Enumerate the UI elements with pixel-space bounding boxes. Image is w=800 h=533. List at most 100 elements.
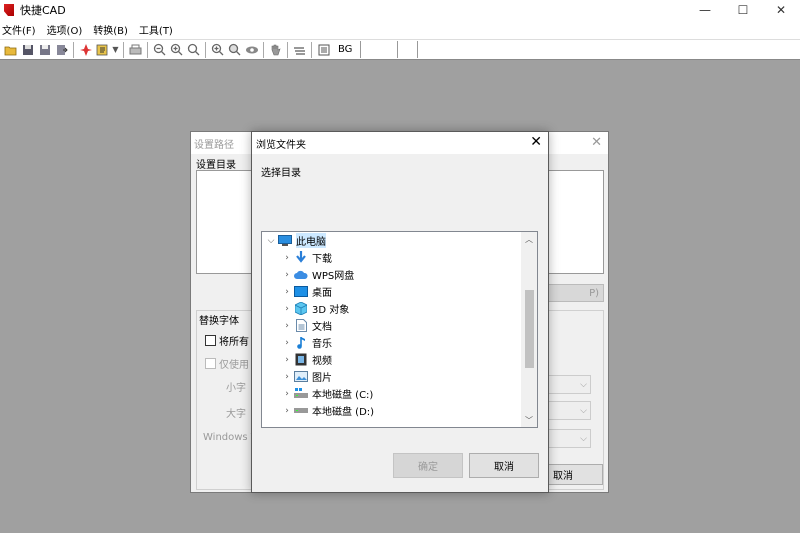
tree-item-music[interactable]: › 音乐: [280, 334, 537, 351]
scroll-up-icon[interactable]: ︿: [521, 232, 537, 246]
chevron-down-icon[interactable]: ⌵: [264, 236, 278, 246]
background-toggle[interactable]: BG: [332, 41, 358, 58]
chevron-right-icon[interactable]: ›: [280, 389, 294, 399]
menu-options[interactable]: 选项(O): [45, 22, 88, 37]
dropdown-arrow-icon[interactable]: ▼: [111, 41, 120, 58]
drive-icon: [294, 404, 308, 417]
tree-item-desktop[interactable]: › 桌面: [280, 283, 537, 300]
minimize-button[interactable]: —: [686, 0, 724, 20]
chevron-right-icon[interactable]: ›: [280, 270, 294, 280]
windows-font-select[interactable]: ⌵: [547, 429, 591, 448]
only-use-label: 仅使用: [219, 360, 249, 371]
picture-icon: [294, 370, 308, 383]
scrollbar-thumb[interactable]: [525, 290, 534, 368]
open-folder-icon[interactable]: [2, 41, 19, 58]
tree-item-downloads[interactable]: › 下载: [280, 249, 537, 266]
tree-item-label: WPS网盘: [312, 271, 355, 282]
tree-scrollbar[interactable]: ︿ ﹀: [521, 232, 537, 427]
chevron-right-icon[interactable]: ›: [280, 355, 294, 365]
chevron-down-icon: ⌵: [580, 433, 587, 444]
big-font-select[interactable]: ⌵: [547, 401, 591, 420]
chevron-right-icon[interactable]: ›: [280, 406, 294, 416]
tree-item-label: 视频: [312, 356, 332, 367]
cloud-icon: [294, 268, 308, 281]
set-directory-label: 设置目录: [196, 160, 236, 171]
folder-tree[interactable]: ⌵ 此电脑 › 下载 › WPS网盘 › 桌面 › 3D 对象 › 文档 › 音…: [261, 231, 538, 428]
checkbox-box[interactable]: [205, 335, 216, 346]
download-arrow-icon: [294, 251, 308, 264]
path-button[interactable]: P): [546, 284, 604, 302]
tree-item-label: 此电脑: [296, 233, 326, 248]
select-directory-prompt: 选择目录: [261, 168, 301, 179]
convert-pdf-icon[interactable]: [77, 41, 94, 58]
chevron-right-icon[interactable]: ›: [280, 304, 294, 314]
tree-item-drive-c[interactable]: › 本地磁盘 (C:): [280, 385, 537, 402]
layers-icon[interactable]: [291, 41, 308, 58]
toolbar-separator: [73, 41, 74, 58]
document-icon: [294, 319, 308, 332]
big-font-label: 大字: [226, 409, 246, 420]
zoom-window-icon[interactable]: [185, 41, 202, 58]
tree-item-documents[interactable]: › 文档: [280, 317, 537, 334]
close-button[interactable]: ✕: [762, 0, 800, 20]
only-use-checkbox[interactable]: 仅使用: [205, 356, 249, 371]
toolbar-separator: [205, 41, 206, 58]
close-icon[interactable]: ✕: [530, 134, 542, 150]
eye-icon[interactable]: [243, 41, 260, 58]
menu-file[interactable]: 文件(F): [0, 22, 41, 37]
tree-item-label: 下载: [312, 254, 332, 265]
close-icon[interactable]: ✕: [591, 135, 602, 150]
menu-tools[interactable]: 工具(T): [137, 22, 178, 37]
tree-item-label: 本地磁盘 (D:): [312, 407, 375, 418]
tree-item-videos[interactable]: › 视频: [280, 351, 537, 368]
menu-convert[interactable]: 转换(B): [91, 22, 133, 37]
checkbox-box[interactable]: [205, 358, 216, 369]
chevron-down-icon: ⌵: [580, 379, 587, 390]
desktop-icon: [294, 285, 308, 298]
app-logo-icon: [4, 4, 14, 16]
dialog-title: 浏览文件夹: [252, 132, 548, 154]
batch-convert-icon[interactable]: [94, 41, 111, 58]
tree-item-this-pc[interactable]: ⌵ 此电脑: [264, 232, 524, 249]
ok-button[interactable]: 确定: [393, 453, 463, 478]
toolbar-separator: [287, 41, 288, 58]
chevron-right-icon[interactable]: ›: [280, 372, 294, 382]
chevron-right-icon[interactable]: ›: [280, 253, 294, 263]
zoom-extents-icon[interactable]: [209, 41, 226, 58]
small-font-select[interactable]: ⌵: [547, 375, 591, 394]
replace-all-checkbox[interactable]: 将所有: [205, 333, 249, 348]
export-icon[interactable]: [53, 41, 70, 58]
toolbar-combo-2[interactable]: [398, 41, 419, 58]
zoom-in-icon[interactable]: [168, 41, 185, 58]
browse-folder-dialog: 浏览文件夹 ✕ 选择目录 ⌵ 此电脑 › 下载 › WPS网盘 › 桌面 › 3…: [251, 131, 549, 493]
tree-item-label: 音乐: [312, 339, 332, 350]
chevron-right-icon[interactable]: ›: [280, 287, 294, 297]
app-title: 快捷CAD: [20, 4, 66, 17]
chevron-right-icon[interactable]: ›: [280, 321, 294, 331]
tree-item-pictures[interactable]: › 图片: [280, 368, 537, 385]
save-icon[interactable]: [19, 41, 36, 58]
tree-item-3d-objects[interactable]: › 3D 对象: [280, 300, 537, 317]
tree-item-label: 3D 对象: [312, 305, 350, 316]
maximize-button[interactable]: ☐: [724, 0, 762, 20]
print-icon[interactable]: [127, 41, 144, 58]
toolbar: ▼ BG: [0, 39, 800, 60]
tree-item-label: 本地磁盘 (C:): [312, 390, 374, 401]
zoom-realtime-icon[interactable]: [226, 41, 243, 58]
menu-bar: 文件(F) 选项(O) 转换(B) 工具(T): [0, 20, 800, 39]
save-as-icon[interactable]: [36, 41, 53, 58]
small-font-label: 小字: [226, 383, 246, 394]
video-icon: [294, 353, 308, 366]
toolbar-combo-1[interactable]: [360, 41, 399, 58]
replace-font-label: 替换字体: [197, 312, 241, 327]
layout-icon[interactable]: [315, 41, 332, 58]
pan-hand-icon[interactable]: [267, 41, 284, 58]
chevron-right-icon[interactable]: ›: [280, 338, 294, 348]
toolbar-separator: [147, 41, 148, 58]
zoom-out-icon[interactable]: [151, 41, 168, 58]
scroll-down-icon[interactable]: ﹀: [521, 413, 537, 427]
cancel-button[interactable]: 取消: [469, 453, 539, 478]
tree-item-wps-cloud[interactable]: › WPS网盘: [280, 266, 537, 283]
tree-item-label: 桌面: [312, 288, 332, 299]
tree-item-drive-d[interactable]: › 本地磁盘 (D:): [280, 402, 537, 419]
